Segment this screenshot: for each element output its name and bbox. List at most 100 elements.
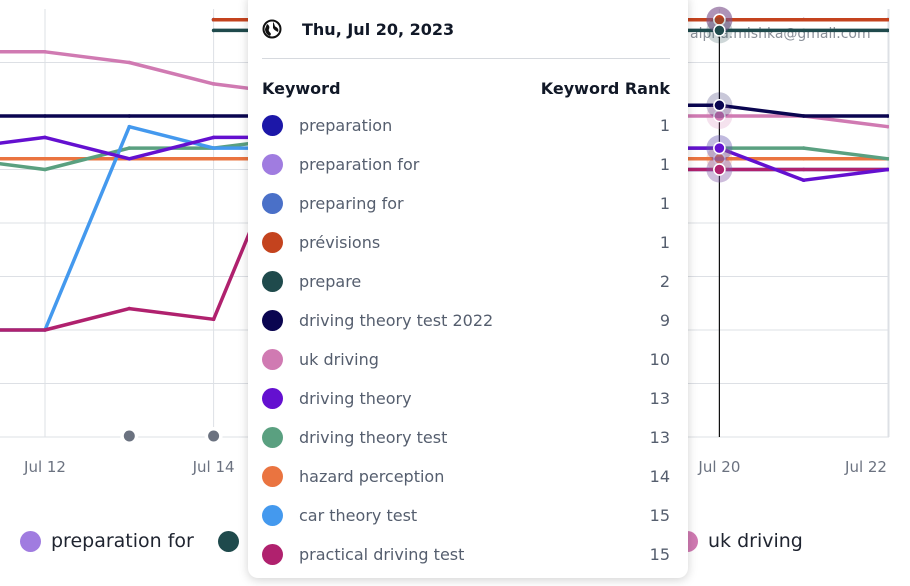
x-tick-label: Jul 14 [192,458,235,476]
tooltip-row: preparation 1 [262,106,670,145]
keyword: prévisions [299,233,381,252]
hover-point[interactable] [713,163,726,176]
keyword-rank: 1 [659,194,670,213]
tooltip-columns: Keyword Keyword Rank [262,79,670,101]
keyword: preparation [299,116,393,135]
hover-point[interactable] [713,24,726,37]
keyword-rank: 10 [649,350,670,369]
x-tick-label: Jul 22 [844,458,887,476]
data-point[interactable] [211,17,216,22]
keyword-rank: 14 [649,467,670,486]
legend-swatch [20,530,41,552]
tooltip-row: prepare 2 [262,262,670,301]
data-point[interactable] [801,17,806,22]
data-point[interactable] [211,135,216,140]
tooltip-row: preparation for 1 [262,145,670,184]
keyword: preparation for [299,155,420,174]
data-point[interactable] [801,146,806,150]
data-point[interactable] [127,146,132,150]
data-point[interactable] [43,114,47,118]
keyword-rank: 15 [649,506,670,525]
legend-item[interactable]: uk driving [677,530,803,552]
data-point[interactable] [127,60,132,65]
keyword: driving theory [299,389,412,408]
tooltip-date: Thu, Jul 20, 2023 [302,19,455,39]
series-swatch [262,505,283,526]
tooltip-row: driving theory test 13 [262,418,670,457]
keyword-rank: 1 [659,116,670,135]
data-point[interactable] [43,135,47,140]
tooltip-rows: preparation 1 preparation for 1 preparing fo… [262,106,670,574]
keyword-rank: 1 [659,155,670,174]
series-swatch [262,544,283,565]
keyword: hazard perception [299,467,445,486]
annotation-marker[interactable] [123,430,135,442]
globe-icon [262,19,282,39]
keyword-rank: 13 [649,428,670,447]
series-swatch [262,193,283,214]
hover-point[interactable] [713,99,726,112]
data-point[interactable] [211,146,216,150]
series-swatch [262,232,283,253]
data-point[interactable] [43,167,47,172]
data-point[interactable] [43,328,47,332]
data-point[interactable] [211,317,216,322]
tooltip-row: car theory test 15 [262,496,670,535]
tooltip-row: prévisions 1 [262,223,670,262]
series-swatch [262,466,283,487]
data-point[interactable] [127,306,132,311]
keyword: car theory test [299,506,418,525]
tooltip-row: driving theory test 2022 9 [262,301,670,340]
series-swatch [262,154,283,175]
column-keyword-rank: Keyword Rank [540,79,670,98]
column-keyword: Keyword [262,79,341,98]
data-point[interactable] [801,28,806,33]
series-swatch [262,388,283,409]
keyword: uk driving [299,350,379,369]
series-swatch [262,271,283,292]
legend-label: uk driving [708,530,803,552]
tooltip-row: driving theory 13 [262,379,670,418]
series-swatch [262,349,283,370]
tooltip: Thu, Jul 20, 2023 Keyword Keyword Rank p… [248,0,688,578]
tooltip-row: hazard perception 14 [262,457,670,496]
legend-label: preparation for [51,530,194,552]
keyword: driving theory test 2022 [299,311,494,330]
data-point[interactable] [211,114,216,118]
tooltip-row: practical driving test 15 [262,535,670,574]
keyword-rank: 15 [649,545,670,564]
data-point[interactable] [127,124,132,129]
keyword-rank: 1 [659,233,670,252]
x-tick-label: Jul 20 [697,458,740,476]
data-point[interactable] [127,114,132,118]
hover-point[interactable] [713,141,726,155]
legend-item[interactable]: preparation for [20,530,194,552]
tooltip-header: Thu, Jul 20, 2023 [262,0,670,59]
series-swatch [262,310,283,331]
keyword-rank: 9 [659,311,670,330]
legend-swatch [218,530,239,552]
series-swatch [262,115,283,136]
series-swatch [262,427,283,448]
data-point[interactable] [211,157,216,161]
keyword: practical driving test [299,545,465,564]
keyword: prepare [299,272,362,291]
data-point[interactable] [127,157,132,161]
keyword: driving theory test [299,428,448,447]
data-point[interactable] [211,28,216,33]
data-point[interactable] [43,157,47,161]
data-point[interactable] [801,157,806,161]
tooltip-row: preparing for 1 [262,184,670,223]
data-point[interactable] [43,50,47,54]
tooltip-row: uk driving 10 [262,340,670,379]
x-tick-label: Jul 12 [23,458,66,476]
data-point[interactable] [801,114,806,118]
hover-markers [706,6,733,437]
keyword-rank: 2 [659,272,670,291]
keyword-rank: 13 [649,389,670,408]
data-point[interactable] [801,167,806,172]
annotation-marker[interactable] [208,430,220,442]
data-point[interactable] [211,82,216,86]
data-point[interactable] [801,178,806,182]
keyword: preparing for [299,194,404,213]
